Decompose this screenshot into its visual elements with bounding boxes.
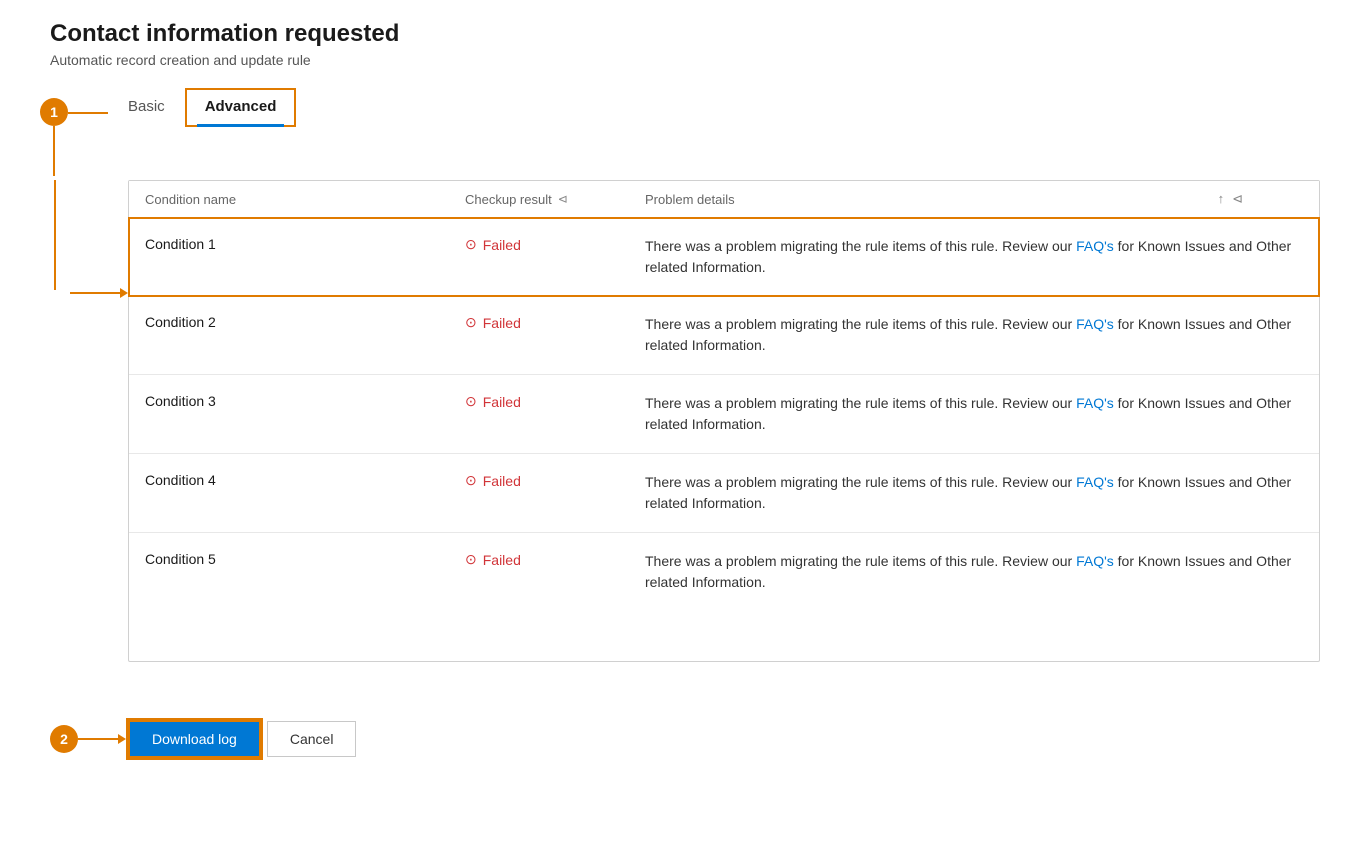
faq-link-2[interactable]: FAQ's (1076, 316, 1114, 332)
page-title: Contact information requested (50, 20, 1330, 48)
col-problem-details: Problem details ↑ ⊲ (645, 191, 1243, 207)
download-log-button[interactable]: Download log (128, 720, 261, 758)
filter-icon-problem[interactable]: ⊲ (1232, 191, 1243, 207)
faq-link-3[interactable]: FAQ's (1076, 395, 1114, 411)
col-condition-name: Condition name (145, 192, 465, 207)
condition-2-problem: There was a problem migrating the rule i… (645, 314, 1303, 356)
faq-link-5[interactable]: FAQ's (1076, 553, 1114, 569)
condition-1-problem: There was a problem migrating the rule i… (645, 236, 1303, 278)
condition-5-name: Condition 5 (145, 551, 465, 567)
annotation-2-circle: 2 (50, 725, 78, 753)
tab-basic[interactable]: Basic (108, 88, 185, 127)
failed-icon: ⊙ (465, 236, 477, 253)
condition-4-name: Condition 4 (145, 472, 465, 488)
tabs-row: Basic Advanced (108, 88, 296, 127)
cancel-button[interactable]: Cancel (267, 721, 357, 757)
failed-icon-2: ⊙ (465, 314, 477, 331)
condition-2-name: Condition 2 (145, 314, 465, 330)
table-row: Condition 5 ⊙ Failed There was a problem… (129, 533, 1319, 611)
filter-icon-checkup[interactable]: ⊲ (558, 192, 568, 206)
failed-icon-5: ⊙ (465, 551, 477, 568)
annotation-1-circle: 1 (40, 98, 68, 126)
faq-link-1[interactable]: FAQ's (1076, 238, 1114, 254)
condition-5-problem: There was a problem migrating the rule i… (645, 551, 1303, 593)
tab-advanced[interactable]: Advanced (185, 88, 297, 127)
page-subtitle: Automatic record creation and update rul… (50, 52, 1330, 68)
condition-3-name: Condition 3 (145, 393, 465, 409)
condition-4-status: ⊙ Failed (465, 472, 645, 489)
condition-4-problem: There was a problem migrating the rule i… (645, 472, 1303, 514)
condition-3-status: ⊙ Failed (465, 393, 645, 410)
condition-1-status: ⊙ Failed (465, 236, 645, 253)
table-row: Condition 1 ⊙ Failed There was a problem… (128, 217, 1320, 297)
table-row: Condition 3 ⊙ Failed There was a problem… (129, 375, 1319, 454)
table-row: Condition 2 ⊙ Failed There was a problem… (129, 296, 1319, 375)
faq-link-4[interactable]: FAQ's (1076, 474, 1114, 490)
header-sort-filter: ↑ ⊲ (1218, 191, 1243, 207)
table-row: Condition 4 ⊙ Failed There was a problem… (129, 454, 1319, 533)
conditions-table: Condition name Checkup result ⊲ Problem … (128, 180, 1320, 662)
sort-icon[interactable]: ↑ (1218, 191, 1225, 207)
col-checkup-result: Checkup result ⊲ (465, 192, 645, 207)
table-empty-row (129, 611, 1319, 661)
page-header: Contact information requested Automatic … (40, 20, 1330, 68)
failed-icon-3: ⊙ (465, 393, 477, 410)
condition-3-problem: There was a problem migrating the rule i… (645, 393, 1303, 435)
condition-2-status: ⊙ Failed (465, 314, 645, 331)
table-header: Condition name Checkup result ⊲ Problem … (129, 181, 1319, 218)
condition-1-name: Condition 1 (145, 236, 465, 252)
failed-icon-4: ⊙ (465, 472, 477, 489)
condition-5-status: ⊙ Failed (465, 551, 645, 568)
